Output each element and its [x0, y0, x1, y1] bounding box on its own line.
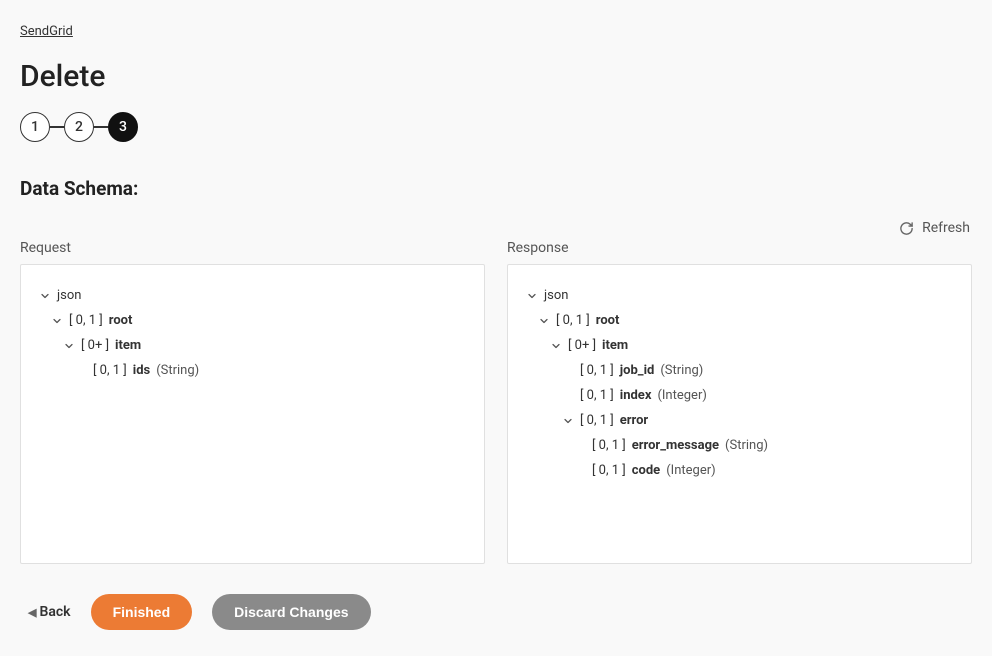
node-name: item — [602, 338, 628, 353]
response-panel: json[ 0, 1 ] root[ 0+ ] item[ 0, 1 ] job… — [507, 264, 972, 564]
node-cardinality: [ 0, 1 ] — [580, 363, 614, 378]
chevron-down-icon[interactable] — [63, 340, 75, 352]
node-type: (String) — [725, 438, 768, 453]
back-label: Back — [39, 604, 70, 620]
tree-node: [ 0, 1 ] index (Integer) — [526, 383, 953, 408]
chevron-left-icon: ◀ — [28, 606, 36, 619]
discard-button[interactable]: Discard Changes — [212, 594, 370, 630]
node-name: index — [620, 388, 652, 403]
page-title: Delete — [20, 59, 972, 94]
node-cardinality: [ 0, 1 ] — [93, 363, 127, 378]
response-label: Response — [507, 240, 972, 256]
node-cardinality: [ 0, 1 ] — [556, 313, 590, 328]
step-connector — [50, 126, 64, 128]
node-cardinality: [ 0, 1 ] — [592, 438, 626, 453]
step-connector — [94, 126, 108, 128]
back-button[interactable]: ◀ Back — [28, 604, 71, 620]
chevron-down-icon[interactable] — [562, 415, 574, 427]
finished-button[interactable]: Finished — [91, 594, 193, 630]
section-title: Data Schema: — [20, 177, 972, 200]
chevron-down-icon[interactable] — [39, 290, 51, 302]
tree-node: [ 0, 1 ] code (Integer) — [526, 458, 953, 483]
node-label: json — [57, 288, 81, 303]
refresh-button[interactable]: Refresh — [899, 220, 972, 236]
node-type: (String) — [156, 363, 199, 378]
step-1[interactable]: 1 — [20, 112, 50, 142]
tree-node: [ 0, 1 ] ids (String) — [39, 358, 466, 383]
node-name: ids — [133, 363, 150, 378]
node-name: code — [632, 463, 660, 478]
node-label: json — [544, 288, 568, 303]
request-panel: json[ 0, 1 ] root[ 0+ ] item[ 0, 1 ] ids… — [20, 264, 485, 564]
node-cardinality: [ 0+ ] — [81, 338, 109, 353]
node-type: (String) — [660, 363, 703, 378]
node-cardinality: [ 0, 1 ] — [580, 388, 614, 403]
tree-node[interactable]: [ 0, 1 ] root — [526, 308, 953, 333]
node-name: job_id — [620, 363, 655, 378]
chevron-down-icon[interactable] — [538, 315, 550, 327]
tree-node[interactable]: [ 0+ ] item — [39, 333, 466, 358]
refresh-label: Refresh — [922, 220, 970, 236]
node-cardinality: [ 0, 1 ] — [580, 413, 614, 428]
node-name: error — [620, 413, 648, 428]
tree-node[interactable]: json — [526, 283, 953, 308]
node-name: error_message — [632, 438, 719, 453]
tree-node[interactable]: json — [39, 283, 466, 308]
tree-node: [ 0, 1 ] error_message (String) — [526, 433, 953, 458]
request-label: Request — [20, 240, 485, 256]
refresh-icon — [899, 221, 914, 236]
node-name: root — [109, 313, 133, 328]
tree-node[interactable]: [ 0, 1 ] root — [39, 308, 466, 333]
node-name: root — [596, 313, 620, 328]
node-type: (Integer) — [666, 463, 715, 478]
step-2[interactable]: 2 — [64, 112, 94, 142]
chevron-down-icon[interactable] — [526, 290, 538, 302]
node-cardinality: [ 0+ ] — [568, 338, 596, 353]
tree-node[interactable]: [ 0, 1 ] error — [526, 408, 953, 433]
stepper: 1 2 3 — [20, 112, 972, 142]
node-cardinality: [ 0, 1 ] — [69, 313, 103, 328]
node-cardinality: [ 0, 1 ] — [592, 463, 626, 478]
tree-node[interactable]: [ 0+ ] item — [526, 333, 953, 358]
step-3[interactable]: 3 — [108, 112, 138, 142]
tree-node: [ 0, 1 ] job_id (String) — [526, 358, 953, 383]
node-name: item — [115, 338, 141, 353]
chevron-down-icon[interactable] — [550, 340, 562, 352]
chevron-down-icon[interactable] — [51, 315, 63, 327]
breadcrumb[interactable]: SendGrid — [20, 24, 73, 39]
node-type: (Integer) — [657, 388, 706, 403]
